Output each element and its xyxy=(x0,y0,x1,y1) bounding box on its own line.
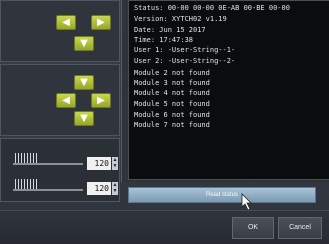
mouse-pointer-icon xyxy=(241,193,252,211)
console-line: Version: XYTCH02 v1.19 xyxy=(134,15,227,23)
console-line: Status: 00-00 00-00 0E-AB 00-BE 00-00 xyxy=(134,4,290,12)
console-line: Time: 17:47:38 xyxy=(134,36,194,44)
arrow-left-icon: ◀ xyxy=(62,17,70,28)
slider-2-track[interactable] xyxy=(13,189,83,191)
spin-down-icon[interactable]: ▼ xyxy=(112,163,118,169)
slider-1-spinner[interactable]: ▲ ▼ xyxy=(112,157,118,170)
arrow-down-button[interactable]: ▼ xyxy=(74,111,94,126)
spin-down-icon[interactable]: ▼ xyxy=(112,188,118,194)
console-line: Module 6 not found xyxy=(134,111,210,119)
arrow-down-icon: ▼ xyxy=(80,38,88,49)
arrow-left-button[interactable]: ◀ xyxy=(56,93,76,108)
arrow-down-icon: ▼ xyxy=(80,77,88,88)
arrow-down-button[interactable]: ▼ xyxy=(74,36,94,51)
console-line: Module 7 not found xyxy=(134,121,210,129)
arrow-left-icon: ◀ xyxy=(62,95,70,106)
arrow-right-button[interactable]: ▶ xyxy=(91,93,111,108)
slider-1-ticks xyxy=(15,153,37,163)
read-status-button[interactable]: Read status xyxy=(128,187,316,203)
navigation-panel-top: ◀ ▶ ▼ xyxy=(0,0,120,62)
console-line: Date: Jun 15 2017 xyxy=(134,26,206,34)
arrow-right-icon: ▶ xyxy=(97,95,105,106)
navigation-panel-middle: ▼ ◀ ▶ ▼ xyxy=(0,64,120,136)
status-console: Status: 00-00 00-00 0E-AB 00-BE 00-00 Ve… xyxy=(128,0,329,180)
console-line: User 2: -User-String--2- xyxy=(134,57,236,65)
arrow-down-icon: ▼ xyxy=(80,113,88,124)
console-line: Module 3 not found xyxy=(134,79,210,87)
ok-button[interactable]: OK xyxy=(232,217,274,239)
console-line: Module 2 not found xyxy=(134,69,210,77)
slider-1-value[interactable]: 120 xyxy=(87,157,111,170)
cancel-button[interactable]: Cancel xyxy=(278,217,322,239)
slider-2-spinner[interactable]: ▲ ▼ xyxy=(112,182,118,195)
console-line: Module 5 not found xyxy=(134,100,210,108)
console-line: Module 4 not found xyxy=(134,89,210,97)
slider-2-ticks xyxy=(15,179,37,189)
arrow-left-button[interactable]: ◀ xyxy=(56,15,76,30)
slider-2-value[interactable]: 120 xyxy=(87,182,111,195)
device-status-dialog: ◀ ▶ ▼ ▼ ◀ ▶ ▼ 120 ▲ ▼ 120 ▲ ▼ Status: 00… xyxy=(0,0,329,244)
arrow-right-button[interactable]: ▶ xyxy=(91,15,111,30)
arrow-right-icon: ▶ xyxy=(97,17,105,28)
console-line: User 1: -User-String--1- xyxy=(134,46,236,54)
arrow-down-button[interactable]: ▼ xyxy=(74,75,94,90)
slider-panel: 120 ▲ ▼ 120 ▲ ▼ xyxy=(0,138,120,202)
slider-1-track[interactable] xyxy=(13,163,83,165)
